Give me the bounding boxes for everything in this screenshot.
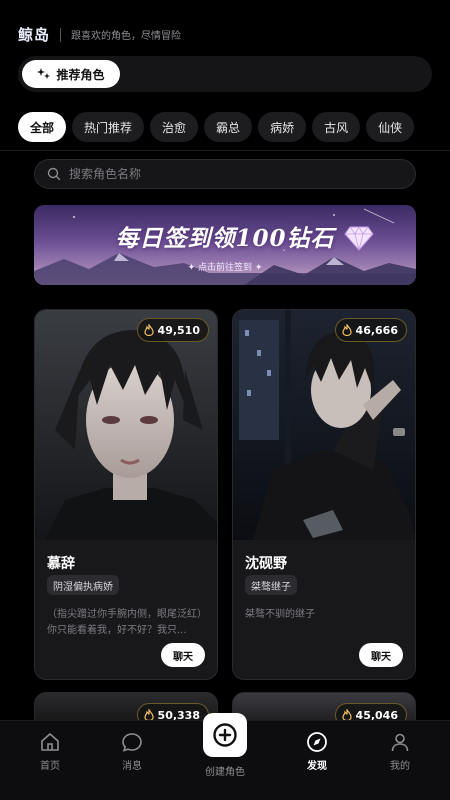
character-portrait (233, 310, 415, 540)
home-icon (41, 733, 59, 751)
nav-messages-label: 消息 (122, 761, 142, 772)
diamond-icon (344, 226, 374, 251)
character-portrait (35, 310, 217, 540)
top-header: 鲸岛 跟喜欢的角色，尽情冒险 推荐角色 全部 热门推荐 治愈 霸总 病娇 古风 仙侠 (0, 0, 450, 150)
brand: 鲸岛 跟喜欢的角色，尽情冒险 (18, 24, 181, 45)
plus-circle-icon (213, 723, 237, 747)
nav-discover[interactable]: 发现 (282, 731, 352, 772)
search-bar[interactable] (34, 159, 416, 189)
create-button[interactable] (203, 713, 247, 757)
nav-home[interactable]: 首页 (15, 731, 85, 772)
banner-subtitle-text: 点击前往签到 (197, 263, 252, 273)
search-icon (47, 167, 61, 181)
character-card[interactable]: 49,510 慕辞 阴湿偏执病娇 （指尖蹭过你手腕内侧，眼尾泛红）你只能看着我，… (34, 309, 218, 680)
checkin-banner[interactable]: 每日签到领100钻石 ✦ 点击前往签到 ✦ (34, 205, 416, 285)
portrait-image (35, 310, 217, 540)
user-icon (391, 733, 409, 752)
brand-slogan: 跟喜欢的角色，尽情冒险 (71, 31, 182, 42)
nav-mine-label: 我的 (390, 761, 410, 772)
chat-bubble-icon (122, 733, 142, 752)
character-name: 沈砚野 (245, 556, 287, 572)
popularity-badge: 46,666 (334, 318, 407, 342)
nav-create[interactable]: 创建角色 (190, 713, 260, 778)
brand-name: 鲸岛 (18, 26, 51, 44)
nav-mine[interactable]: 我的 (365, 731, 435, 772)
nav-create-label: 创建角色 (205, 767, 245, 778)
character-description: 桀骜不驯的继子 (245, 609, 315, 620)
character-tag: 阴湿偏执病娇 (47, 575, 119, 595)
portrait-image (233, 310, 415, 540)
flame-icon (341, 324, 352, 336)
character-card[interactable]: 46,666 沈砚野 桀骜继子 桀骜不驯的继子 聊天 (232, 309, 416, 680)
popularity-count: 46,666 (355, 323, 398, 337)
tab-ceo[interactable]: 霸总 (204, 112, 253, 142)
nav-discover-label: 发现 (307, 761, 327, 772)
recommend-bar: 推荐角色 (18, 56, 432, 92)
character-name: 慕辞 (47, 556, 75, 572)
tab-healing[interactable]: 治愈 (150, 112, 199, 142)
search-input[interactable] (69, 167, 389, 181)
chat-button[interactable]: 聊天 (359, 643, 403, 667)
flame-icon (143, 324, 154, 336)
popularity-count: 49,510 (157, 323, 200, 337)
recommend-label: 推荐角色 (56, 67, 105, 82)
sparkle-icon (37, 68, 51, 79)
tab-xianxia[interactable]: 仙侠 (366, 112, 415, 142)
nav-messages[interactable]: 消息 (97, 731, 167, 772)
banner-subtitle: ✦ 点击前往签到 ✦ (187, 263, 263, 273)
character-description: （指尖蹭过你手腕内侧，眼尾泛红）你只能看着我，好不好？我只... (47, 609, 207, 636)
nav-home-label: 首页 (40, 761, 60, 772)
tab-yandere[interactable]: 病娇 (258, 112, 307, 142)
tab-hot[interactable]: 热门推荐 (72, 112, 145, 142)
tab-ancient[interactable]: 古风 (312, 112, 361, 142)
chat-button[interactable]: 聊天 (161, 643, 205, 667)
compass-icon (307, 732, 327, 752)
character-tag: 桀骜继子 (245, 575, 297, 595)
tab-all[interactable]: 全部 (18, 112, 67, 142)
brand-divider (60, 27, 62, 42)
category-tabs: 全部 热门推荐 治愈 霸总 病娇 古风 仙侠 (18, 112, 450, 142)
popularity-badge: 49,510 (136, 318, 209, 342)
recommend-button[interactable]: 推荐角色 (22, 60, 120, 88)
header-divider (0, 150, 450, 151)
